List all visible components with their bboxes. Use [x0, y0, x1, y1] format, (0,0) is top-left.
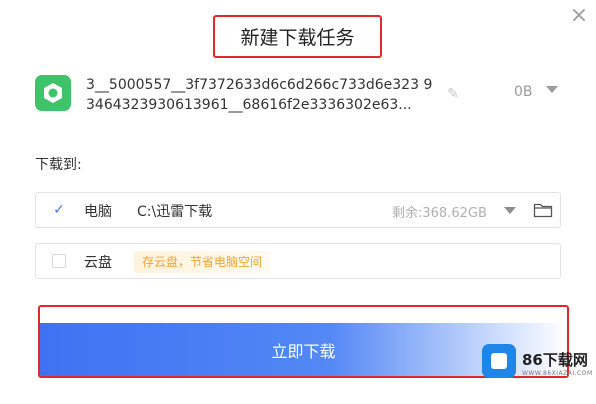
new-download-dialog: 新建下载任务 × 3__5000557__3f7372633d6c6d266c7…: [0, 0, 596, 404]
watermark-brand: 86下载网: [522, 351, 588, 369]
folder-icon[interactable]: [533, 202, 553, 218]
android-app-icon: [35, 75, 71, 111]
close-icon[interactable]: ×: [568, 5, 590, 27]
pc-label: 电脑: [84, 204, 112, 220]
file-name: 3__5000557__3f7372633d6c6d266c733d6e323 …: [86, 77, 433, 113]
download-target-cloud[interactable]: 云盘 存云盘，节省电脑空间: [35, 243, 561, 279]
dialog-title-text: 新建下载任务: [240, 27, 355, 49]
download-to-label: 下载到:: [35, 157, 82, 173]
dialog-title: 新建下载任务: [213, 15, 382, 58]
download-path[interactable]: C:\迅雷下载: [137, 201, 212, 221]
pc-checkbox[interactable]: ✓: [52, 203, 66, 217]
download-target-pc[interactable]: ✓ 电脑 C:\迅雷下载 剩余:368.62GB: [35, 192, 561, 228]
cloud-checkbox[interactable]: [52, 254, 66, 268]
size-dropdown-chevron-icon[interactable]: [546, 86, 558, 93]
free-space: 剩余:368.62GB: [392, 206, 487, 221]
file-size: 0B: [514, 84, 533, 100]
cloud-label: 云盘: [84, 255, 112, 271]
path-dropdown-chevron-icon[interactable]: [504, 207, 516, 214]
pencil-icon[interactable]: ✎: [445, 86, 461, 102]
cloud-tag: 存云盘，节省电脑空间: [134, 251, 271, 273]
watermark-url: WWW.86XIAZAI.COM: [522, 370, 593, 377]
site-logo-icon: [482, 344, 516, 378]
site-watermark: 86下载网 WWW.86XIAZAI.COM: [478, 341, 596, 404]
